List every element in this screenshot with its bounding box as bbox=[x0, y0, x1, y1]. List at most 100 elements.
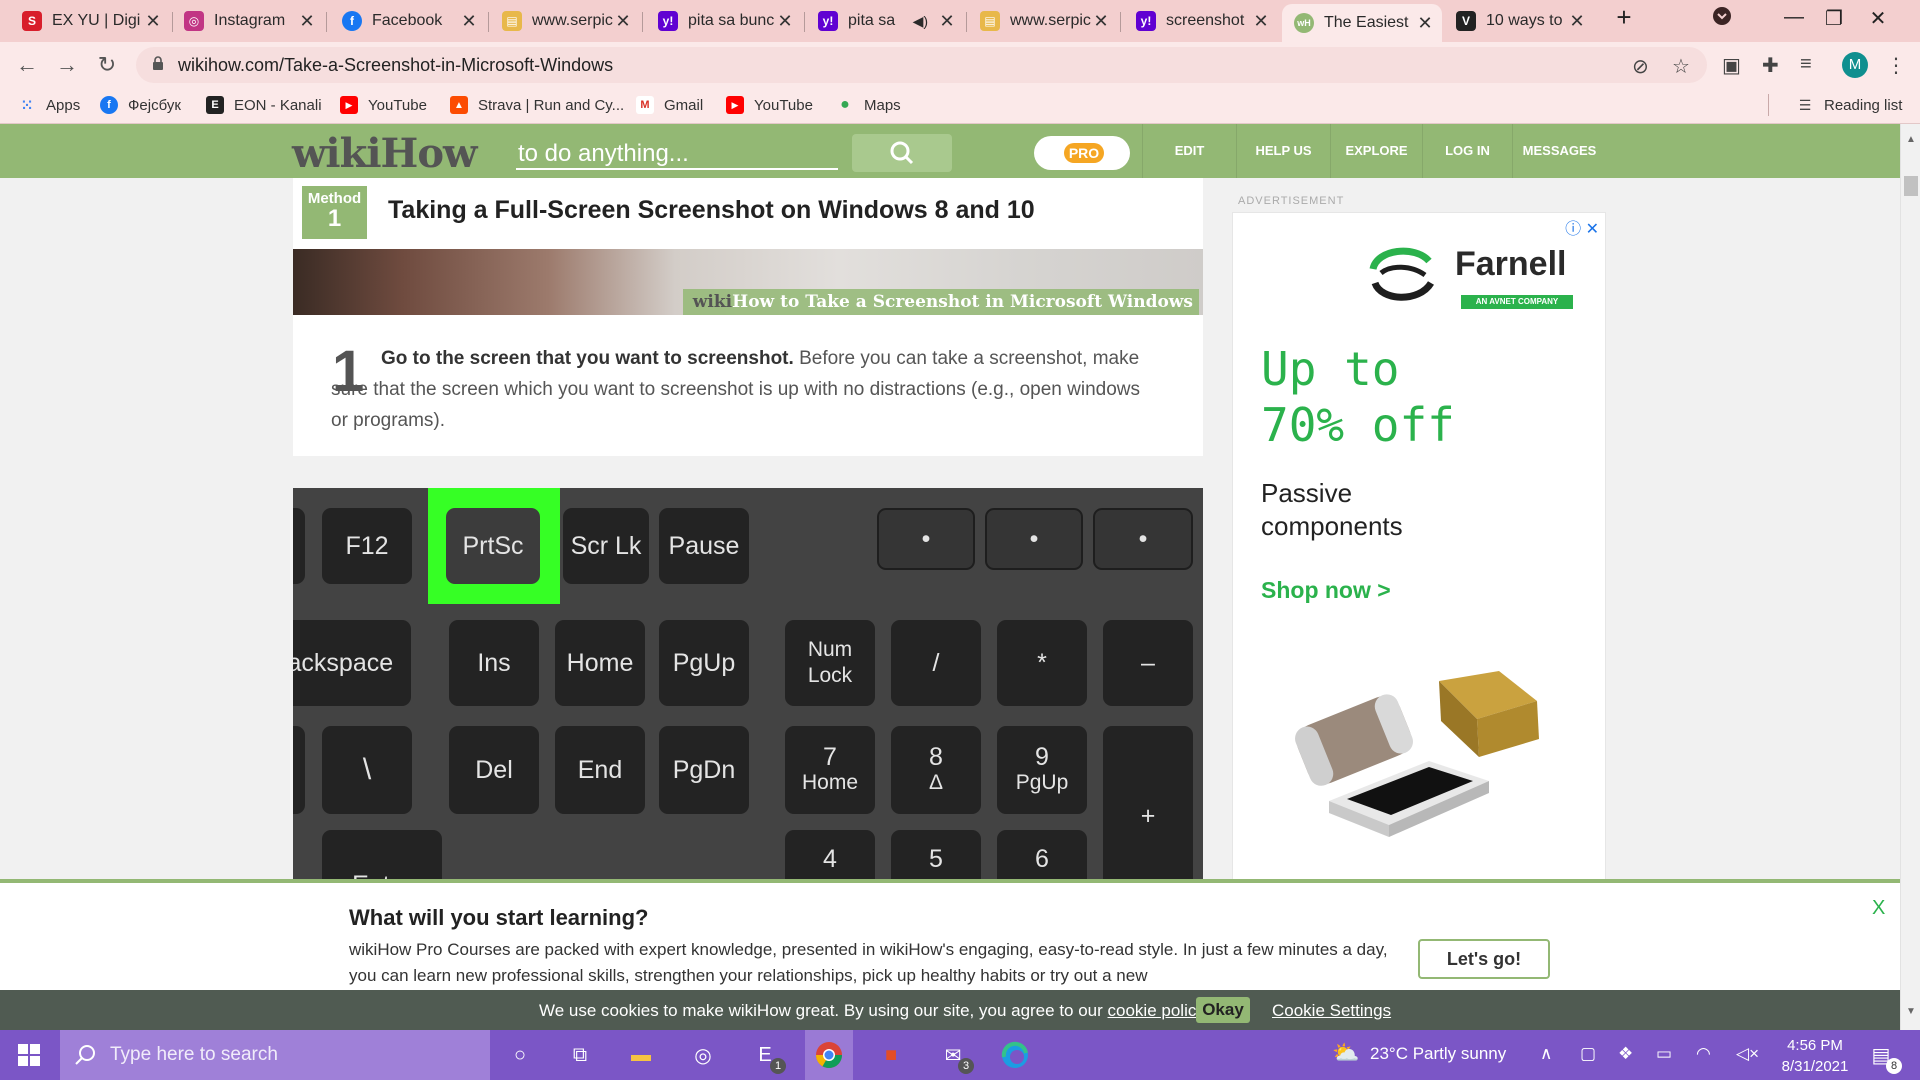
file-explorer-icon[interactable]: ▬ bbox=[626, 1040, 656, 1070]
tray-chevron-up-icon[interactable]: ∧ bbox=[1540, 1044, 1552, 1064]
close-tab-icon[interactable]: ✕ bbox=[776, 11, 794, 32]
chrome-icon[interactable] bbox=[805, 1030, 853, 1080]
tracking-blocked-icon[interactable]: ⊘ bbox=[1632, 54, 1649, 79]
close-tab-icon[interactable]: ✕ bbox=[1568, 11, 1586, 32]
nav-log-in[interactable]: LOG IN bbox=[1422, 124, 1512, 178]
new-tab-button[interactable]: + bbox=[1604, 2, 1644, 33]
bookmark-youtube-1[interactable]: ▶ YouTube bbox=[340, 96, 427, 114]
close-tab-icon[interactable]: ✕ bbox=[1416, 13, 1434, 34]
menu-kebab-icon[interactable]: ⋮ bbox=[1886, 53, 1906, 78]
bookmark-facebook[interactable]: f Фејсбук bbox=[100, 96, 181, 114]
wikihow-logo[interactable]: wikiHow bbox=[292, 130, 477, 177]
wifi-icon[interactable]: ◠ bbox=[1696, 1044, 1711, 1064]
bookmark-label: Strava | Run and Cy... bbox=[478, 96, 625, 114]
tray-device-icon[interactable]: ▢ bbox=[1580, 1044, 1596, 1064]
close-tab-icon[interactable]: ✕ bbox=[144, 11, 162, 32]
tab-pita-sa[interactable]: y! pita sa ◀) ✕ bbox=[806, 4, 964, 38]
lets-go-button[interactable]: Let's go! bbox=[1418, 939, 1550, 979]
eon-app-icon[interactable]: E1 bbox=[750, 1040, 786, 1074]
close-tab-icon[interactable]: ✕ bbox=[1252, 11, 1270, 32]
banner-close-button[interactable]: X bbox=[1872, 897, 1885, 920]
scrollbar-thumb[interactable] bbox=[1904, 176, 1918, 196]
tab-10-ways[interactable]: V 10 ways to ✕ bbox=[1444, 4, 1594, 38]
nav-help-us[interactable]: HELP US bbox=[1236, 124, 1330, 178]
ad-shop-now-link[interactable]: Shop now > bbox=[1261, 577, 1391, 604]
media-control-icon[interactable]: ≡ bbox=[1800, 53, 1812, 76]
pro-button[interactable]: PRO bbox=[1034, 136, 1130, 170]
tab-serpic-2[interactable]: ▤ www.serpic ✕ bbox=[968, 4, 1118, 38]
ad-brand-tag: AN AVNET COMPANY bbox=[1461, 295, 1573, 309]
notifications-icon[interactable]: ▤ 8 bbox=[1866, 1040, 1902, 1074]
address-bar[interactable]: wikihow.com/Take-a-Screenshot-in-Microso… bbox=[136, 47, 1707, 83]
tab-facebook[interactable]: f Facebook ✕ bbox=[330, 4, 486, 38]
system-clock[interactable]: 4:56 PM 8/31/2021 bbox=[1770, 1035, 1860, 1077]
tab-ex-yu[interactable]: S EX YU | Digi ✕ bbox=[10, 4, 170, 38]
key-numpad-7: 7 Home bbox=[785, 726, 875, 814]
key-indicator-2: • bbox=[985, 508, 1083, 570]
volume-muted-icon[interactable]: ◁× bbox=[1736, 1044, 1759, 1064]
tab-pita-sa-bunc[interactable]: y! pita sa bunc ✕ bbox=[646, 4, 802, 38]
key-ins: Ins bbox=[449, 620, 539, 706]
cortana-icon[interactable]: ○ bbox=[505, 1040, 535, 1070]
key-numpad-plus: + bbox=[1103, 726, 1193, 880]
extension-icon[interactable]: ▣ bbox=[1722, 53, 1741, 78]
close-window-icon[interactable]: ✕ bbox=[1858, 6, 1898, 31]
scroll-down-arrow-icon[interactable]: ▼ bbox=[1906, 1006, 1916, 1017]
nav-edit[interactable]: EDIT bbox=[1142, 124, 1236, 178]
keyboard-step-image[interactable]: F12 PrtSc Scr Lk Pause • • • Backspace I… bbox=[293, 488, 1203, 880]
page-scrollbar[interactable]: ▲ ▼ bbox=[1900, 124, 1920, 1030]
pro-courses-banner: What will you start learning? wikiHow Pr… bbox=[0, 879, 1900, 990]
close-tab-icon[interactable]: ✕ bbox=[614, 11, 632, 32]
edge-icon[interactable] bbox=[1000, 1040, 1030, 1070]
tab-instagram[interactable]: ◎ Instagram ✕ bbox=[172, 4, 324, 38]
profile-avatar[interactable]: M bbox=[1842, 52, 1868, 78]
tab-wikihow-active[interactable]: wH The Easiest ✕ bbox=[1282, 4, 1442, 42]
back-arrow-icon[interactable]: ← bbox=[12, 50, 42, 80]
cookie-settings-link[interactable]: Cookie Settings bbox=[1272, 1001, 1391, 1021]
reading-list[interactable]: ☰ Reading list bbox=[1796, 96, 1903, 114]
tab-title: screenshot bbox=[1166, 12, 1245, 29]
bookmark-eon[interactable]: E EON - Kanali bbox=[206, 96, 322, 114]
reload-icon[interactable]: ↻ bbox=[92, 50, 122, 80]
bookmark-apps[interactable]: ⁙ Apps bbox=[18, 96, 80, 114]
weather-icon[interactable]: ⛅ bbox=[1332, 1040, 1359, 1066]
tab-search-icon[interactable] bbox=[1702, 6, 1742, 32]
bookmark-label: Gmail bbox=[664, 96, 704, 114]
office-icon[interactable]: ■ bbox=[876, 1040, 906, 1070]
tab-serpic-1[interactable]: ▤ www.serpic ✕ bbox=[490, 4, 640, 38]
nav-explore[interactable]: EXPLORE bbox=[1330, 124, 1422, 178]
farnell-ad[interactable]: ⓘ ✕ Farnell AN AVNET COMPANY Up to 70% o… bbox=[1232, 212, 1606, 882]
close-tab-icon[interactable]: ✕ bbox=[1092, 11, 1110, 32]
mail-icon[interactable]: ✉ 3 bbox=[938, 1040, 974, 1074]
tab-screenshot[interactable]: y! screenshot ✕ bbox=[1124, 4, 1278, 38]
search-button[interactable] bbox=[852, 134, 952, 172]
ad-choices-icon[interactable]: ⓘ ✕ bbox=[1565, 215, 1599, 239]
task-view-icon[interactable]: ⧉ bbox=[565, 1040, 595, 1070]
windows-start-icon[interactable] bbox=[14, 1040, 44, 1070]
search-icon bbox=[890, 141, 914, 165]
cookie-policy-link[interactable]: cookie policy bbox=[1108, 1001, 1204, 1020]
close-tab-icon[interactable]: ✕ bbox=[938, 11, 956, 32]
forward-arrow-icon[interactable]: → bbox=[52, 50, 82, 80]
cookie-okay-button[interactable]: Okay bbox=[1196, 997, 1250, 1023]
weather-text[interactable]: 23°C Partly sunny bbox=[1370, 1044, 1506, 1064]
wikihow-search-input[interactable]: to do anything... bbox=[516, 136, 838, 170]
minimize-icon[interactable]: — bbox=[1774, 6, 1814, 29]
scroll-up-arrow-icon[interactable]: ▲ bbox=[1906, 134, 1916, 145]
taskbar-search-box[interactable]: Type here to search bbox=[60, 1030, 490, 1080]
bookmark-youtube-2[interactable]: ▶ YouTube bbox=[726, 96, 813, 114]
bookmark-maps[interactable]: ● Maps bbox=[836, 96, 901, 114]
dell-icon[interactable]: ◎ bbox=[688, 1040, 718, 1070]
nav-messages[interactable]: MESSAGES bbox=[1512, 124, 1606, 178]
close-tab-icon[interactable]: ✕ bbox=[460, 11, 478, 32]
bookmark-star-icon[interactable]: ☆ bbox=[1672, 54, 1690, 79]
key-slash: / bbox=[891, 620, 981, 706]
bookmark-strava[interactable]: ▲ Strava | Run and Cy... bbox=[450, 96, 624, 114]
close-tab-icon[interactable]: ✕ bbox=[298, 11, 316, 32]
battery-icon[interactable]: ▭ bbox=[1656, 1044, 1672, 1064]
audio-playing-icon[interactable]: ◀) bbox=[913, 13, 928, 30]
puzzle-extensions-icon[interactable]: ✚ bbox=[1762, 53, 1779, 78]
bookmark-gmail[interactable]: M Gmail bbox=[636, 96, 703, 114]
dropbox-icon[interactable]: ❖ bbox=[1618, 1044, 1633, 1064]
restore-icon[interactable]: ❐ bbox=[1814, 6, 1854, 31]
